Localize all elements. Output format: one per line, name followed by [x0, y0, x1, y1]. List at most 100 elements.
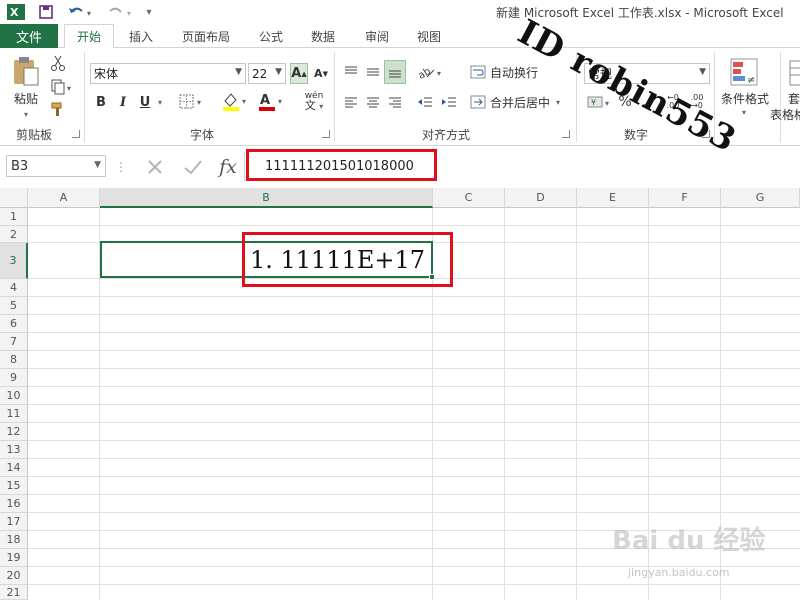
underline-button[interactable]: U	[136, 92, 154, 112]
row-header[interactable]: 20	[0, 567, 28, 585]
row-header[interactable]: 16	[0, 495, 28, 513]
format-as-table-icon[interactable]	[788, 58, 800, 88]
align-right-icon[interactable]	[384, 92, 406, 112]
group-label-number: 数字	[624, 128, 649, 142]
merge-center-icon	[470, 95, 486, 109]
name-box[interactable]: B3 ▼	[6, 155, 106, 177]
paste-icon[interactable]	[8, 54, 44, 88]
column-header-c[interactable]: C	[433, 188, 505, 208]
cancel-entry-icon[interactable]	[140, 155, 170, 179]
svg-text:A: A	[260, 93, 270, 108]
tab-view[interactable]: 视图	[406, 24, 452, 48]
tab-formulas[interactable]: 公式	[248, 24, 294, 48]
font-launcher-icon[interactable]	[322, 130, 330, 138]
clipboard-launcher-icon[interactable]	[72, 130, 80, 138]
chevron-down-icon: ▼	[94, 160, 101, 170]
format-painter-icon[interactable]	[48, 100, 68, 118]
column-header-b[interactable]: B	[100, 188, 433, 208]
alignment-launcher-icon[interactable]	[562, 130, 570, 138]
column-header-f[interactable]: F	[649, 188, 721, 208]
column-header-a[interactable]: A	[28, 188, 100, 208]
tab-page-layout[interactable]: 页面布局	[170, 24, 242, 48]
cut-icon[interactable]	[48, 54, 68, 72]
row-header[interactable]: 21	[0, 585, 28, 600]
row-header[interactable]: 18	[0, 531, 28, 549]
font-name-select[interactable]: 宋体 ▼	[90, 63, 246, 84]
insert-function-button[interactable]: fx	[214, 154, 242, 180]
svg-text:X: X	[10, 6, 19, 19]
tab-home[interactable]: 开始	[64, 24, 114, 49]
select-all-corner[interactable]	[0, 188, 28, 208]
baidu-watermark: Bai du 经验	[612, 526, 766, 556]
decrease-indent-icon[interactable]	[414, 92, 436, 112]
tab-insert[interactable]: 插入	[118, 24, 164, 48]
row-header[interactable]: 1	[0, 208, 28, 226]
copy-icon[interactable]: ▾	[48, 78, 78, 96]
chevron-down-icon: ▼	[235, 67, 242, 77]
column-header-e[interactable]: E	[577, 188, 649, 208]
decrease-font-size-icon[interactable]: A ▼	[312, 63, 330, 84]
divider	[780, 52, 781, 142]
phonetic-guide-icon[interactable]: wén 文 ▾	[298, 88, 330, 114]
chevron-down-icon[interactable]: ▾	[736, 106, 752, 118]
customize-qat-icon[interactable]: ▾	[140, 2, 158, 22]
redo-icon[interactable]: ▾	[104, 2, 138, 22]
row-header[interactable]: 10	[0, 387, 28, 405]
font-size-value: 22	[252, 66, 268, 81]
gridline	[28, 296, 800, 297]
row-header[interactable]: 11	[0, 405, 28, 423]
row-header[interactable]: 8	[0, 351, 28, 369]
italic-button[interactable]: I	[114, 92, 132, 112]
bold-button[interactable]: B	[92, 92, 110, 112]
tab-file[interactable]: 文件	[0, 24, 58, 48]
row-header[interactable]: 2	[0, 226, 28, 243]
row-header[interactable]: 15	[0, 477, 28, 495]
svg-text:▾: ▾	[278, 97, 282, 106]
increase-indent-icon[interactable]	[438, 92, 460, 112]
column-header-g[interactable]: G	[721, 188, 800, 208]
paste-button[interactable]: 粘贴	[8, 90, 44, 106]
font-color-icon[interactable]: A ▾	[256, 90, 288, 112]
row-header[interactable]: 7	[0, 333, 28, 351]
fill-color-icon[interactable]: ▾	[220, 90, 252, 112]
tab-data[interactable]: 数据	[300, 24, 346, 48]
group-label-clipboard: 剪贴板	[16, 128, 53, 142]
svg-text:▾: ▾	[127, 9, 131, 18]
paste-dropdown-icon[interactable]: ▾	[16, 108, 36, 120]
column-header-d[interactable]: D	[505, 188, 577, 208]
row-header[interactable]: 4	[0, 279, 28, 297]
gridline	[28, 494, 800, 495]
align-center-icon[interactable]	[362, 92, 384, 112]
row-header[interactable]: 19	[0, 549, 28, 567]
row-header[interactable]: 12	[0, 423, 28, 441]
merge-center-button[interactable]: 合并后居中 ▾	[470, 92, 570, 112]
undo-icon[interactable]: ▾	[64, 2, 98, 22]
row-header[interactable]: 17	[0, 513, 28, 531]
group-label-alignment: 对齐方式	[422, 128, 471, 142]
format-as-table-button[interactable]: 套	[788, 90, 800, 106]
row-header-selected[interactable]: 3	[0, 243, 28, 279]
row-header[interactable]: 6	[0, 315, 28, 333]
align-bottom-icon[interactable]	[384, 60, 406, 84]
orientation-icon[interactable]: ab ▾	[416, 62, 446, 82]
align-top-icon[interactable]	[340, 62, 362, 82]
font-size-select[interactable]: 22 ▼	[248, 63, 286, 84]
row-header[interactable]: 13	[0, 441, 28, 459]
tab-review[interactable]: 审阅	[354, 24, 400, 48]
save-icon[interactable]	[34, 2, 58, 22]
enter-check-icon[interactable]	[178, 155, 208, 179]
conditional-formatting-icon[interactable]: ≠	[726, 54, 762, 90]
borders-icon[interactable]: ▾	[178, 92, 206, 112]
align-left-icon[interactable]	[340, 92, 362, 112]
underline-dropdown-icon[interactable]: ▾	[155, 92, 165, 112]
conditional-formatting-button[interactable]: 条件格式	[716, 90, 774, 106]
align-middle-icon[interactable]	[362, 62, 384, 82]
gridline	[28, 422, 800, 423]
group-label-font: 字体	[190, 128, 215, 142]
divider	[84, 52, 85, 142]
increase-font-size-icon[interactable]: A ▲	[290, 63, 308, 84]
row-header[interactable]: 5	[0, 297, 28, 315]
wrap-text-label: 自动换行	[490, 65, 539, 80]
row-header[interactable]: 9	[0, 369, 28, 387]
row-header[interactable]: 14	[0, 459, 28, 477]
